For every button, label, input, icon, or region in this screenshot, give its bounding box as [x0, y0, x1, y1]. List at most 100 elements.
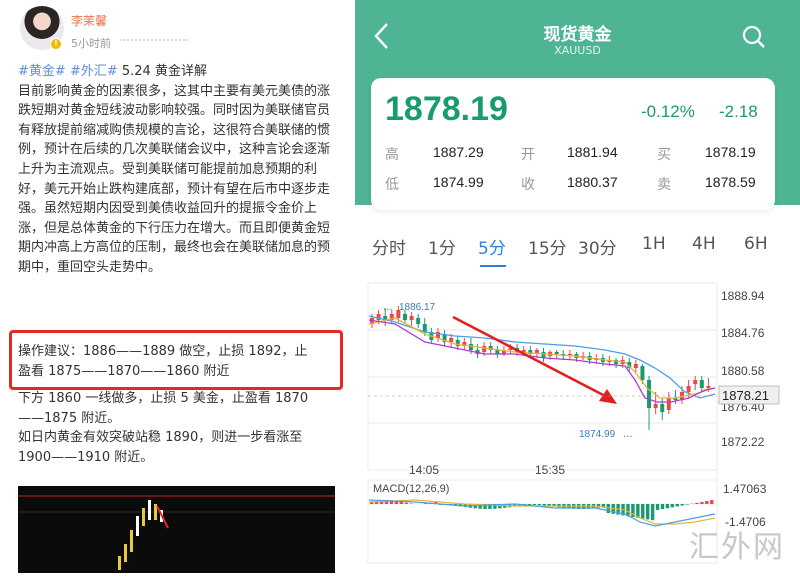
macd-bar [641, 504, 644, 519]
high-point-label: 1886.17 [399, 302, 436, 313]
change-percent: -0.12% [641, 102, 695, 122]
instrument-symbol: XAUUSD [355, 44, 800, 57]
y-tick: 1888.94 [721, 289, 765, 303]
candle-body [700, 380, 704, 388]
macd-bar [656, 504, 659, 510]
y-tick: 1884.76 [721, 326, 765, 340]
author-name[interactable]: 李茉馨 [71, 12, 107, 29]
post-title: 5.24 黄金详解 [122, 64, 207, 79]
buy-label: 买 [657, 144, 671, 164]
instrument-title: 现货黄金 [355, 20, 800, 45]
post-panel: ! 李茉馨 5小时前 #黄金# #外汇# 5.24 黄金详解 目前影响黄金的因素… [0, 0, 350, 573]
macd-bar [700, 502, 703, 504]
embedded-chart-svg [18, 486, 335, 573]
macd-bar [671, 504, 674, 507]
low-point-label: 1874.99 [579, 429, 616, 440]
last-price: 1878.19 [385, 90, 508, 129]
sell-value: 1878.59 [705, 174, 756, 190]
tag-gold[interactable]: #黄金# [18, 64, 66, 79]
candle-body [647, 380, 651, 408]
close-value: 1880.37 [567, 174, 618, 190]
post-time: 5小时前 [71, 35, 111, 51]
buy-value: 1878.19 [705, 144, 756, 160]
candle-body [687, 386, 691, 392]
tab-6h[interactable]: 6H [744, 234, 768, 254]
macd-bar [400, 502, 403, 504]
candle-body [410, 316, 414, 320]
mini-arrow [157, 506, 168, 528]
active-tab-indicator [480, 265, 506, 267]
advice-line-1: 操作建议：1886——1889 做空，止损 1892，止 [18, 342, 336, 362]
post-extra: 下方 1860 一线做多，止损 5 美金，止盈看 1870 ——1875 附近。… [18, 389, 336, 467]
close-label: 收 [521, 174, 535, 194]
macd-bar [661, 504, 664, 509]
trading-app: 现货黄金 XAUUSD 1878.19 -0.12% -2.18 高 1887.… [355, 0, 800, 573]
extra-line-4: 1900——1910 附近。 [18, 448, 336, 468]
macd-bar [538, 504, 541, 505]
tab-5m[interactable]: 5分 [478, 234, 506, 259]
tab-4h[interactable]: 4H [692, 234, 716, 254]
extra-line-1: 下方 1860 一线做多，止损 5 美金，止盈看 1870 [18, 389, 336, 409]
low-value: 1874.99 [433, 174, 484, 190]
post-paragraph: 目前影响黄金的因素很多，这其中主要有美元美债的涨跌短期对黄金短线波动影响较强。同… [18, 82, 336, 278]
post-body: #黄金# #外汇# 5.24 黄金详解 目前影响黄金的因素很多，这其中主要有美元… [18, 62, 336, 278]
candle-body [403, 314, 407, 320]
timeframe-tabs: 分时 1分 5分 15分 30分 1H 4H 6H [355, 234, 800, 268]
x-tick: 14:05 [409, 463, 439, 477]
y-tick: 1880.58 [721, 364, 765, 378]
candle-body [555, 352, 559, 354]
low-point-dots: ... [623, 429, 633, 440]
macd-bar [666, 504, 669, 508]
trend-arrow-head [599, 389, 617, 404]
quote-card: 1878.19 -0.12% -2.18 高 1887.29 开 1881.94… [371, 78, 775, 210]
macd-bar [695, 503, 698, 504]
source-blur [120, 39, 188, 45]
tab-1h[interactable]: 1H [642, 234, 666, 254]
tab-30m[interactable]: 30分 [578, 234, 617, 259]
mini-candles [118, 500, 163, 570]
macd-bar [681, 504, 684, 506]
verified-badge-icon: ! [50, 38, 62, 50]
macd-bar [685, 504, 688, 505]
chart-grid [368, 283, 717, 563]
current-price-label: 1878.21 [722, 388, 769, 403]
advice-text: 操作建议：1886——1889 做空，止损 1892，止 盈看 1875——18… [18, 342, 336, 381]
candle-body [706, 386, 710, 388]
macd-max: 1.47063 [723, 482, 767, 496]
tab-15m[interactable]: 15分 [528, 234, 567, 259]
candle-body [482, 346, 486, 352]
y-axis-ticks: 1888.94 1884.76 1880.58 1876.40 1872.22 [721, 289, 765, 449]
advice-line-2: 盈看 1875——1870——1860 附近 [18, 362, 336, 382]
open-value: 1881.94 [567, 144, 618, 160]
candle-body [660, 404, 664, 412]
macd-bar [405, 503, 408, 504]
extra-line-2: ——1875 附近。 [18, 409, 336, 429]
macd-bar [676, 504, 679, 506]
candle-body [416, 318, 420, 324]
candle-body [654, 404, 658, 408]
macd-label: MACD(12,26,9) [373, 483, 449, 495]
macd-bar [646, 504, 649, 519]
tag-forex[interactable]: #外汇# [70, 64, 118, 79]
candle-body [634, 364, 638, 368]
macd-dea-line [369, 500, 715, 524]
tab-1m[interactable]: 1分 [428, 234, 456, 259]
tab-timeline[interactable]: 分时 [372, 234, 406, 259]
candle-body [469, 344, 473, 350]
macd-bar [651, 504, 654, 520]
high-point-dots: ... [383, 302, 393, 313]
macd-bar [705, 501, 708, 504]
search-icon[interactable] [741, 24, 767, 50]
high-label: 高 [385, 144, 399, 164]
change-value: -2.18 [719, 102, 758, 122]
candles [370, 306, 710, 430]
watermark: 汇外网 [689, 522, 785, 566]
low-label: 低 [385, 174, 399, 194]
macd-bar [710, 500, 713, 504]
open-label: 开 [521, 144, 535, 164]
y-tick: 1872.22 [721, 435, 765, 449]
candle-body [667, 398, 671, 410]
embedded-chart-image[interactable] [18, 486, 335, 573]
candle-body [693, 380, 697, 384]
extra-line-3: 如日内黄金有效突破站稳 1890，则进一步看涨至 [18, 428, 336, 448]
